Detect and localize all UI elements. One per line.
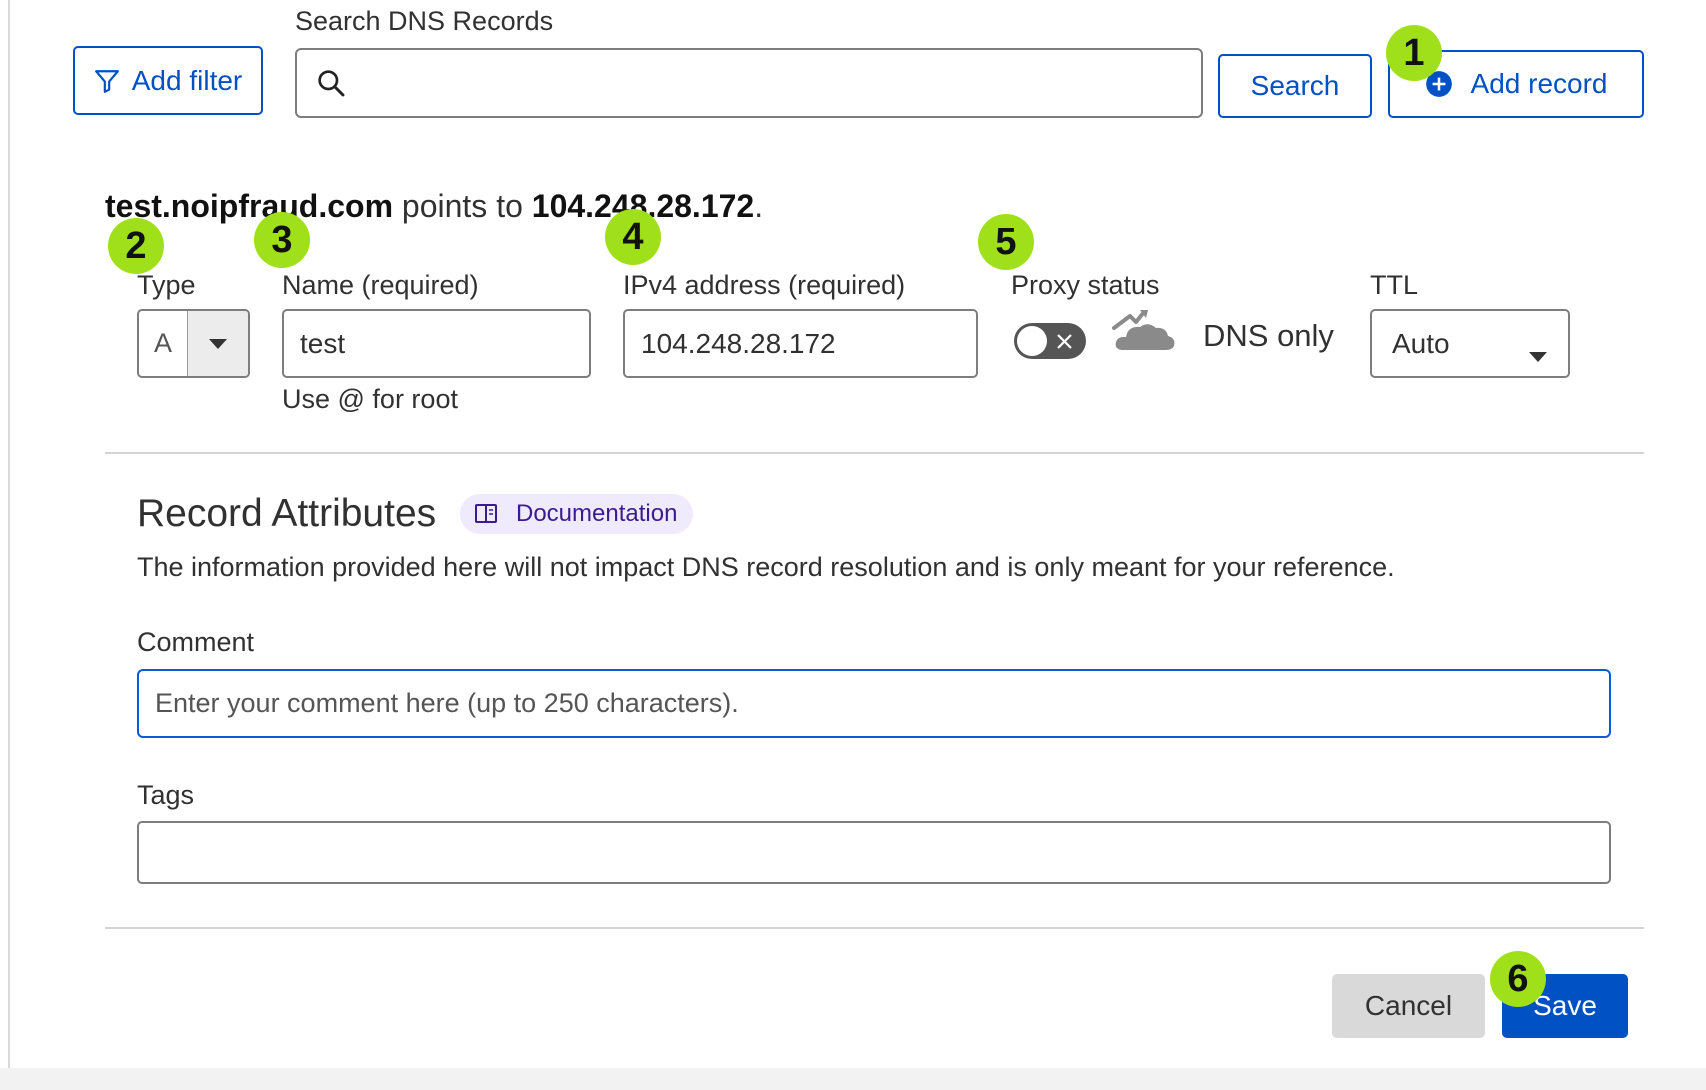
section-divider <box>105 452 1644 454</box>
record-connector: points to <box>393 188 532 224</box>
actions-divider <box>105 927 1644 929</box>
add-record-label: Add record <box>1470 68 1608 99</box>
record-summary: test.noipfraud.com points to 104.248.28.… <box>105 188 763 225</box>
dns-only-cloud-icon <box>1110 306 1178 357</box>
ttl-label: TTL <box>1370 270 1419 300</box>
proxy-status-label: Proxy status <box>1011 270 1160 300</box>
cancel-button[interactable]: Cancel <box>1332 974 1485 1038</box>
callout-badge-3: 3 <box>254 212 310 268</box>
search-icon <box>315 67 347 104</box>
name-input[interactable] <box>282 309 591 378</box>
documentation-label: Documentation <box>516 500 678 527</box>
proxy-status-text: DNS only <box>1203 318 1334 353</box>
search-input[interactable] <box>357 58 1187 108</box>
name-helper-text: Use @ for root <box>282 384 458 414</box>
callout-badge-2: 2 <box>108 218 164 274</box>
search-button[interactable]: Search <box>1218 54 1372 118</box>
callout-badge-4: 4 <box>605 209 661 265</box>
comment-label: Comment <box>137 627 255 657</box>
type-select[interactable]: A <box>137 309 250 378</box>
close-icon <box>1054 329 1076 358</box>
tags-input[interactable] <box>137 821 1611 884</box>
add-filter-button[interactable]: Add filter <box>73 46 263 115</box>
record-hostname: test.noipfraud.com <box>105 188 394 224</box>
proxy-status-toggle[interactable] <box>1014 323 1086 359</box>
caret-down-icon <box>1528 338 1548 370</box>
ipv4-input[interactable] <box>623 309 978 378</box>
caret-down-icon[interactable] <box>187 311 248 376</box>
ttl-value: Auto <box>1392 327 1450 359</box>
add-filter-label: Add filter <box>131 64 243 96</box>
name-label: Name (required) <box>282 270 479 300</box>
documentation-link[interactable]: Documentation <box>460 494 694 534</box>
type-value: A <box>153 328 172 358</box>
type-label: Type <box>137 270 196 300</box>
ttl-select[interactable]: Auto <box>1370 309 1570 378</box>
book-icon <box>474 503 498 525</box>
record-attributes-title: Record Attributes <box>137 492 437 535</box>
callout-badge-5: 5 <box>978 214 1034 270</box>
callout-badge-1: 1 <box>1386 25 1442 81</box>
page-footer-band <box>0 1068 1706 1090</box>
filter-icon <box>94 68 120 94</box>
comment-input[interactable] <box>137 669 1611 738</box>
search-field[interactable] <box>295 48 1203 118</box>
tags-label: Tags <box>137 780 195 810</box>
record-attributes-description: The information provided here will not i… <box>137 552 1395 582</box>
search-label: Search DNS Records <box>295 6 554 36</box>
ipv4-label: IPv4 address (required) <box>623 270 906 300</box>
callout-badge-6: 6 <box>1490 951 1546 1007</box>
toggle-knob <box>1017 326 1047 356</box>
page-left-border <box>8 0 10 1068</box>
record-summary-end: . <box>754 188 764 224</box>
